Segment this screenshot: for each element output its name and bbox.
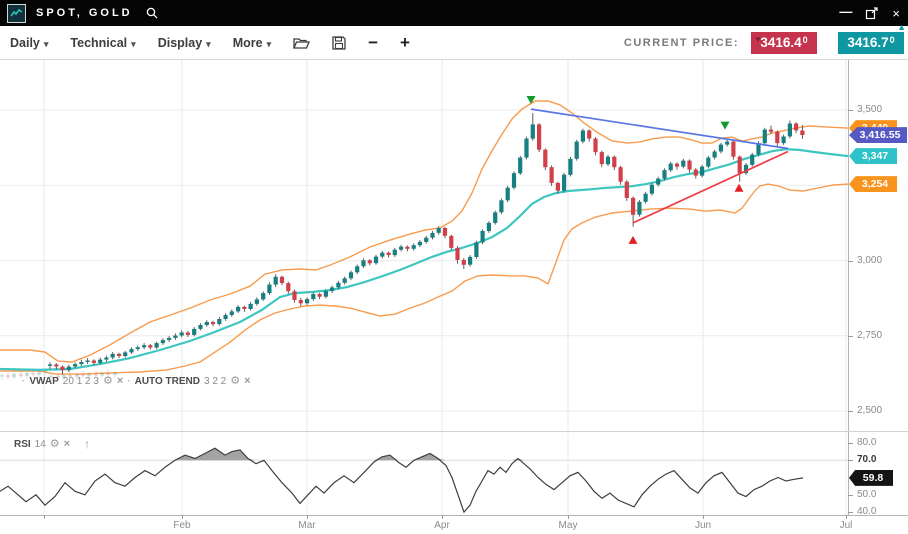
app-chart-icon: [7, 4, 26, 23]
title-bar: SPOT, GOLD — ×: [0, 0, 908, 26]
month-label: May: [553, 520, 583, 531]
month-label: Apr: [427, 520, 457, 531]
trading-chart-window: SPOT, GOLD — × Daily▾ Technical▾ Display…: [0, 0, 908, 534]
price-axis-label: 3,000: [857, 255, 882, 266]
rsi-value-badge: 59.8: [849, 470, 893, 486]
month-label: Jul: [831, 520, 861, 531]
band-lower-line: [0, 184, 848, 374]
gear-icon[interactable]: ⚙: [103, 376, 113, 387]
price-axis-label: 2,500: [857, 405, 882, 416]
window-controls: — ×: [839, 7, 900, 20]
menu-daily[interactable]: Daily▾: [10, 36, 48, 50]
rsi-line: [0, 448, 803, 512]
current-price-label: CURRENT PRICE:: [624, 37, 739, 49]
gear-icon[interactable]: ⚙: [50, 439, 60, 450]
chevron-down-icon: ▾: [131, 39, 136, 49]
month-label: Mar: [292, 520, 322, 531]
candlestick-series: [48, 113, 805, 374]
price-badge: 3,416.55: [849, 127, 907, 143]
autotrend-legend-name: AUTO TREND: [135, 376, 200, 387]
time-axis: Feb Mar Apr May Jun Jul: [0, 515, 908, 534]
close-icon[interactable]: ×: [892, 7, 900, 20]
price-axis-label: 3,500: [857, 104, 882, 115]
save-icon[interactable]: [332, 36, 346, 50]
zoom-out-button[interactable]: −: [368, 34, 378, 51]
chevron-down-icon: ▾: [206, 39, 211, 49]
band-upper-line: [0, 101, 848, 362]
vwap-legend-name: VWAP: [29, 376, 58, 387]
rsi-legend-params: 14: [35, 439, 46, 450]
rsi-legend: RSI 14 ⚙ × ↑: [14, 438, 90, 450]
rsi-pane[interactable]: [0, 433, 848, 515]
rsi-legend-name: RSI: [14, 439, 31, 450]
ask-price-badge: 3416.70 ▲: [838, 32, 904, 54]
minimize-button[interactable]: —: [839, 5, 852, 18]
open-folder-icon[interactable]: [293, 36, 310, 50]
price-up-icon: ▲: [897, 22, 906, 32]
price-axis-line: [848, 60, 849, 515]
rsi-axis-label: 50.0: [857, 489, 876, 500]
month-label: Feb: [167, 520, 197, 531]
gear-icon[interactable]: ⚙: [230, 376, 240, 387]
menu-display[interactable]: Display▾: [158, 36, 211, 50]
sell-signal-arrow: [721, 122, 730, 130]
remove-indicator-icon[interactable]: ×: [117, 376, 123, 387]
trendline-resistance[interactable]: [531, 109, 788, 148]
price-badge: 3,440: [849, 120, 897, 136]
move-pane-up-icon[interactable]: ↑: [84, 438, 90, 450]
autotrend-legend-params: 3 2 2: [204, 376, 226, 387]
price-badge: 3,347: [849, 148, 897, 164]
remove-indicator-icon[interactable]: ×: [64, 439, 70, 450]
price-axis-label: 2,750: [857, 330, 882, 341]
chevron-down-icon: ▾: [267, 39, 272, 49]
pane-divider: [0, 431, 908, 432]
window-title: SPOT, GOLD: [36, 7, 133, 19]
price-badge: 3,254: [849, 176, 897, 192]
remove-indicator-icon[interactable]: ×: [244, 376, 250, 387]
rsi-axis-label: 80.0: [857, 437, 876, 448]
buy-signal-arrow: [629, 236, 638, 244]
rsi-axis-label: 70.0: [857, 454, 876, 465]
vwap-legend-params: 20 1 2 3: [63, 376, 99, 387]
rsi-canvas[interactable]: [0, 433, 848, 515]
main-pane-legend: · VWAP 20 1 2 3 ⚙ × · AUTO TREND 3 2 2 ⚙…: [22, 376, 251, 387]
popout-button[interactable]: [865, 7, 879, 20]
menu-more[interactable]: More▾: [233, 36, 271, 50]
zoom-in-button[interactable]: +: [400, 34, 410, 51]
price-down-icon: ▼: [754, 35, 762, 44]
chevron-down-icon: ▾: [44, 39, 49, 49]
sell-signal-arrow: [527, 96, 536, 104]
bid-price-badge: ▼ 3416.40: [751, 32, 817, 54]
menu-technical[interactable]: Technical▾: [70, 36, 135, 50]
month-label: Jun: [688, 520, 718, 531]
trendline-support[interactable]: [633, 152, 788, 223]
search-icon[interactable]: [145, 6, 159, 20]
rsi-overbought-fill: [0, 448, 803, 460]
toolbar: Daily▾ Technical▾ Display▾ More▾ − + CUR…: [0, 26, 908, 60]
